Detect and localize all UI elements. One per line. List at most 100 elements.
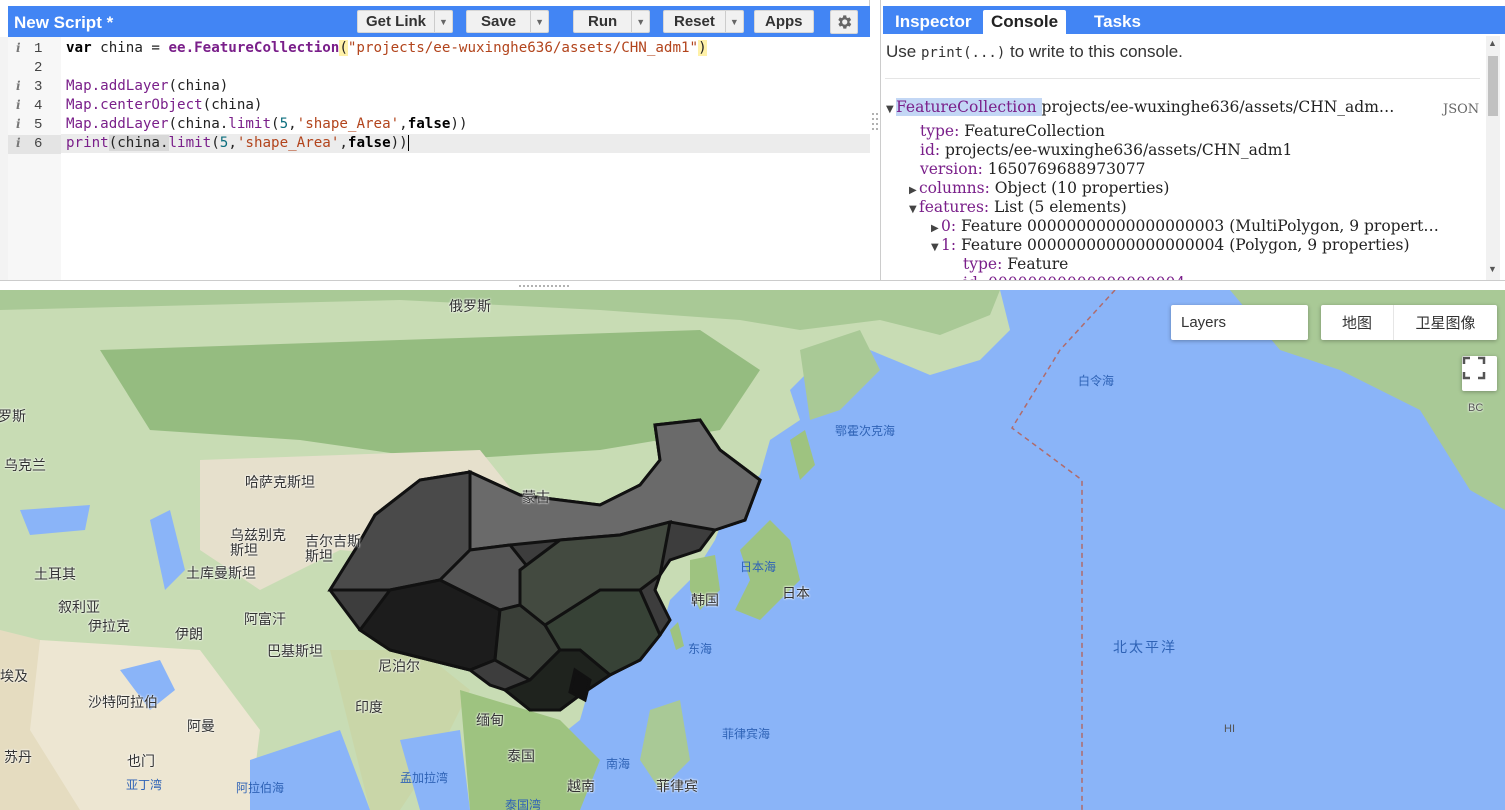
layers-button[interactable]: Layers bbox=[1171, 305, 1308, 340]
code-line-6[interactable]: print(china.limit(5,'shape_Area',false)) bbox=[66, 134, 409, 153]
info-icon[interactable]: i bbox=[16, 41, 21, 55]
caret-down-icon[interactable]: ▼ bbox=[931, 242, 941, 253]
code-editor-panel: New Script * Get Link ▼ Save ▼ Run ▼ Res… bbox=[0, 0, 870, 284]
get-link-button[interactable]: Get Link ▼ bbox=[357, 10, 454, 33]
vertical-resize-handle[interactable] bbox=[871, 110, 879, 140]
get-link-label: Get Link bbox=[366, 13, 427, 30]
run-label: Run bbox=[588, 13, 618, 30]
apps-button[interactable]: Apps bbox=[754, 10, 814, 33]
right-panel: Inspector Console Tasks Use print(...) t… bbox=[880, 0, 1505, 284]
map-label: 也门 bbox=[127, 753, 155, 769]
map-label: 吉尔吉斯 斯坦 bbox=[305, 533, 361, 564]
chevron-down-icon[interactable]: ▼ bbox=[631, 11, 649, 32]
tree-row: type: Feature bbox=[963, 255, 1068, 273]
map-label: 乌克兰 bbox=[4, 457, 46, 473]
code-line-1[interactable]: var china = ee.FeatureCollection("projec… bbox=[66, 39, 707, 58]
console-scrollbar[interactable]: ▲ ▼ bbox=[1486, 36, 1500, 280]
info-icon[interactable]: i bbox=[16, 98, 21, 112]
fullscreen-button[interactable] bbox=[1462, 356, 1497, 391]
chevron-down-icon[interactable]: ▼ bbox=[724, 11, 743, 32]
map-label: 韩国 bbox=[691, 592, 719, 608]
tree-row[interactable]: ▼ 1: Feature 00000000000000000004 (Polygo… bbox=[931, 236, 1410, 254]
code-line-5[interactable]: Map.addLayer(china.limit(5,'shape_Area',… bbox=[66, 115, 468, 134]
code-token: limit bbox=[168, 135, 212, 151]
info-icon[interactable]: i bbox=[16, 117, 21, 131]
settings-button[interactable] bbox=[830, 10, 858, 34]
map-label: 沙特阿拉伯 bbox=[88, 694, 158, 710]
sea-label: 白令海 bbox=[1078, 374, 1115, 388]
line-number-row: i1 bbox=[8, 40, 61, 59]
hint-text: Use bbox=[886, 42, 921, 61]
code-token: Map.addLayer bbox=[66, 116, 169, 132]
code-token: 'shape_Area' bbox=[296, 116, 400, 132]
tree-row[interactable]: ▶ columns: Object (10 properties) bbox=[909, 179, 1169, 197]
code-token: , bbox=[339, 135, 348, 151]
code-token: )) bbox=[390, 135, 408, 151]
scroll-down-icon[interactable]: ▼ bbox=[1488, 264, 1497, 274]
map-label: 土库曼斯坦 bbox=[186, 565, 256, 581]
save-button[interactable]: Save ▼ bbox=[466, 10, 550, 33]
gear-icon bbox=[838, 15, 852, 29]
map-canvas[interactable]: 俄罗斯 罗斯 乌克兰 哈萨克斯坦 蒙古 乌兹别克 斯坦 吉尔吉斯 斯坦 土库曼斯… bbox=[0, 290, 1505, 810]
info-icon[interactable]: i bbox=[16, 79, 21, 93]
map-label: 阿曼 bbox=[187, 718, 215, 734]
hint-code: print(...) bbox=[920, 45, 1006, 61]
scroll-thumb[interactable] bbox=[1488, 56, 1498, 116]
sea-label: 孟加拉湾 bbox=[400, 771, 449, 785]
json-link[interactable]: JSON bbox=[1443, 102, 1479, 117]
sea-label: 南海 bbox=[606, 757, 631, 771]
map-type-satellite-button[interactable]: 卫星图像 bbox=[1393, 305, 1497, 340]
caret-right-icon[interactable]: ▶ bbox=[931, 223, 941, 234]
code-token: )) bbox=[450, 116, 468, 132]
divider bbox=[885, 78, 1480, 79]
map-type-map-button[interactable]: 地图 bbox=[1321, 305, 1393, 340]
tree-root-row[interactable]: ▼ FeatureCollection projects/ee-wuxinghe6… bbox=[886, 98, 1394, 116]
hint-text: to write to this console. bbox=[1005, 42, 1183, 61]
map-label: 伊拉克 bbox=[88, 618, 130, 634]
caret-down-icon[interactable]: ▼ bbox=[886, 104, 896, 115]
run-button[interactable]: Run ▼ bbox=[573, 10, 651, 33]
reset-label: Reset bbox=[674, 13, 715, 30]
info-icon[interactable]: i bbox=[16, 136, 21, 150]
top-panels: New Script * Get Link ▼ Save ▼ Run ▼ Res… bbox=[0, 0, 1505, 284]
tab-inspector[interactable]: Inspector bbox=[887, 10, 980, 34]
chevron-down-icon[interactable]: ▼ bbox=[530, 11, 548, 32]
sea-label: 东海 bbox=[688, 642, 713, 656]
tree-row[interactable]: ▼ features: List (5 elements) bbox=[909, 198, 1127, 216]
tree-key: version: bbox=[920, 160, 983, 178]
tab-console[interactable]: Console bbox=[983, 10, 1067, 34]
text-cursor bbox=[407, 135, 409, 151]
line-number-row: 2 bbox=[8, 59, 61, 78]
tree-key: features: bbox=[919, 198, 990, 216]
tab-tasks[interactable]: Tasks bbox=[1086, 10, 1149, 34]
sea-label: 泰国湾 bbox=[505, 798, 542, 810]
apps-label: Apps bbox=[765, 13, 803, 30]
line-number-row: i3 bbox=[8, 78, 61, 97]
line-number: 6 bbox=[34, 136, 43, 152]
horizontal-resize-handle[interactable] bbox=[0, 280, 1505, 290]
code-token: limit bbox=[228, 116, 272, 132]
code-token: var bbox=[66, 40, 92, 56]
caret-right-icon[interactable]: ▶ bbox=[909, 185, 919, 196]
code-line-4[interactable]: Map.centerObject(china) bbox=[66, 96, 262, 115]
tree-row[interactable]: ▶ 0: Feature 00000000000000000003 (MultiP… bbox=[931, 217, 1439, 235]
script-title[interactable]: New Script * bbox=[14, 13, 113, 33]
tree-key: id: bbox=[920, 141, 941, 159]
map-label: 尼泊尔 bbox=[378, 658, 420, 674]
code-token: (china) bbox=[168, 78, 229, 94]
code-token: ( bbox=[271, 116, 280, 132]
caret-down-icon[interactable]: ▼ bbox=[909, 204, 919, 215]
code-token: , bbox=[228, 135, 237, 151]
chevron-down-icon[interactable]: ▼ bbox=[434, 11, 452, 32]
tree-value: List (5 elements) bbox=[989, 198, 1127, 216]
code-area[interactable]: i1 2 i3 i4 i5 i6 var china = ee.FeatureC… bbox=[8, 37, 870, 280]
tree-root-label[interactable]: FeatureCollection bbox=[896, 98, 1042, 116]
map-label: 俄罗斯 bbox=[449, 298, 491, 314]
map-label: 罗斯 bbox=[0, 408, 26, 424]
code-line-3[interactable]: Map.addLayer(china) bbox=[66, 77, 228, 96]
code-token: , bbox=[399, 116, 408, 132]
scroll-up-icon[interactable]: ▲ bbox=[1488, 38, 1497, 48]
map-label: 印度 bbox=[355, 699, 383, 715]
reset-button[interactable]: Reset ▼ bbox=[663, 10, 744, 33]
tree-value: Feature 00000000000000000003 (MultiPolyg… bbox=[956, 217, 1439, 235]
